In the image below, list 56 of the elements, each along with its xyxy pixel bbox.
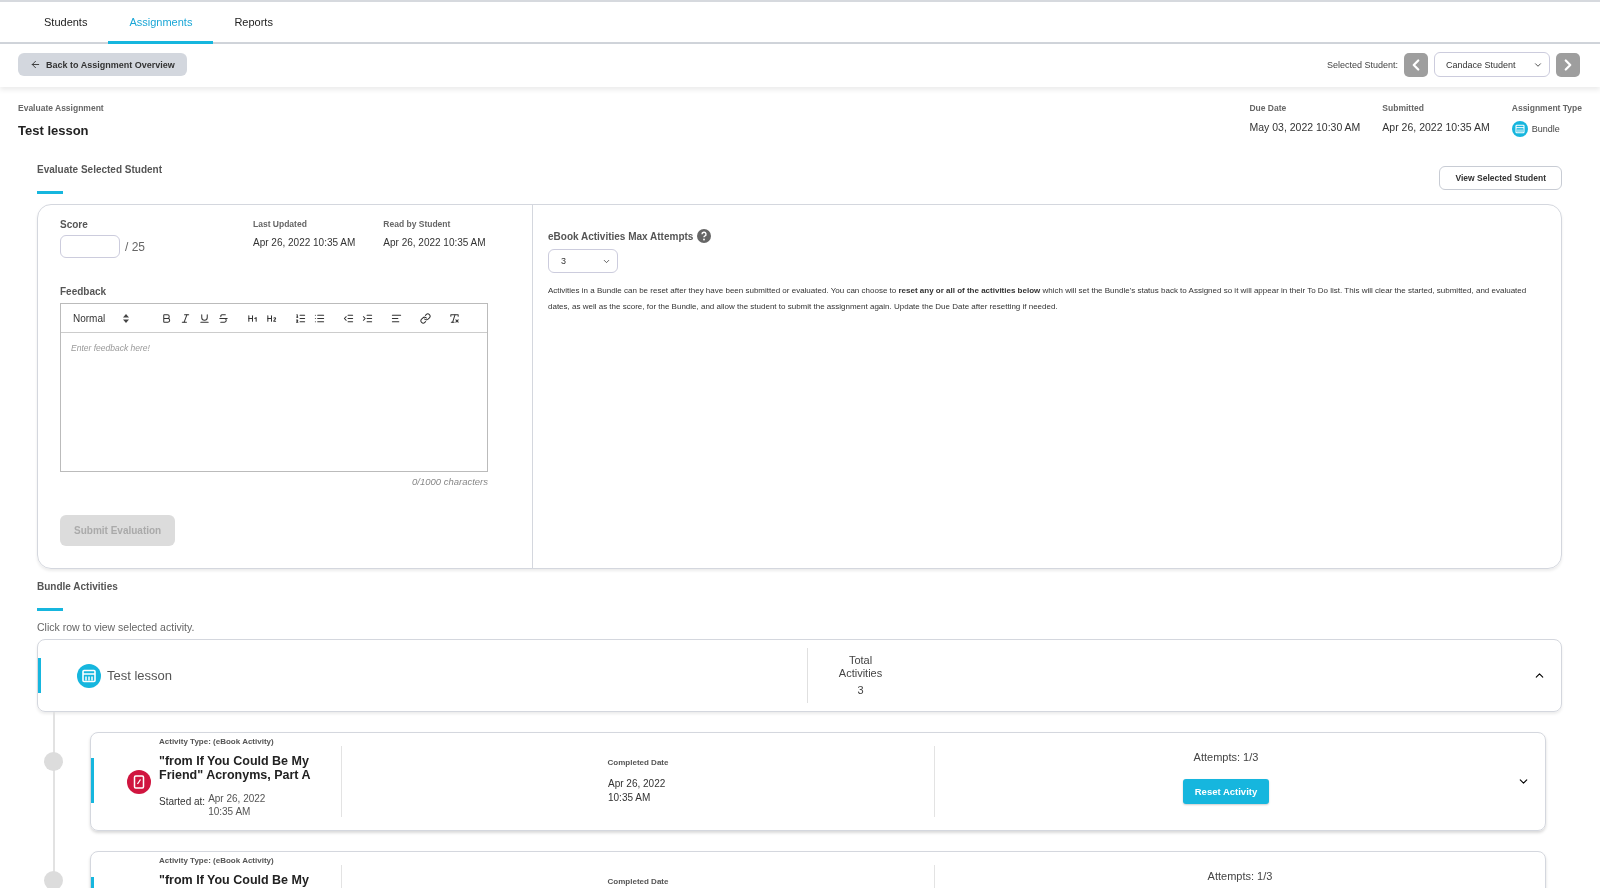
- view-student-button[interactable]: View Selected Student: [1439, 166, 1562, 190]
- total-count: 3: [857, 684, 864, 697]
- completed-label: Completed Date: [607, 758, 669, 767]
- meta-label: Assignment Type: [1511, 103, 1582, 113]
- attempts-label: eBook Activities Max Attempts: [548, 230, 694, 242]
- date-label: Read by Student: [383, 219, 452, 229]
- activity-card[interactable]: Activity Type: (eBook Activity) "from If You Could Be My Friend" Acronyms, Part A Started at: Apr 26, 2022 10:35 AM Completed Date Apr 26, 2022 10:35 AM Attempts: 1/3 Reset Activity: [90, 732, 1546, 831]
- picker-label: Selected Student:: [1326, 59, 1398, 70]
- started-label: Started at:: [159, 796, 206, 807]
- tablet-icon: [127, 769, 151, 794]
- nav-tab[interactable]: Students: [23, 2, 109, 44]
- score-label: Score: [60, 219, 89, 230]
- section-heading: Bundle Activities: [37, 581, 118, 594]
- score-field[interactable]: [60, 235, 120, 258]
- student-select[interactable]: Candace Student: [1434, 52, 1550, 77]
- hint-text: Click row to view selected activity.: [36, 620, 196, 633]
- activity-type: Activity Type: (eBook Activity): [159, 856, 275, 865]
- activity-title: "from If You Could Be My Friend" Acronyms, Part A: [159, 754, 312, 782]
- section-heading: Evaluate Selected Student: [37, 164, 163, 177]
- help-icon[interactable]: [697, 229, 712, 243]
- reset-note: Activities in a Bundle can be reset after they have been submitted or evaluated. You can choose to reset any or all of the activities below which will set the Bundle's status back to Assigned so it will appear in their To Do list. This will clear the started, submitted, and evaluated dates, as well as the score, for the Bundle, and allow the student to submit the assignment again. Update the Due Date after resetting if needed.: [548, 285, 1528, 313]
- meta-label: Due Date: [1249, 103, 1288, 113]
- updown-caret-icon: [123, 313, 130, 323]
- meta-value: Bundle: [1531, 124, 1560, 134]
- format-select[interactable]: Normal: [73, 312, 145, 324]
- completed-label: Completed Date: [607, 877, 669, 886]
- meta-label: Submitted: [1382, 103, 1425, 113]
- date-value: Apr 26, 2022 10:35 AM: [383, 237, 486, 248]
- started-date: Apr 26, 2022 10:35 AM: [208, 792, 266, 818]
- attempts-count: Attempts: 1/3: [1207, 870, 1273, 882]
- character-counter: 0/1000 characters: [410, 476, 488, 487]
- back-arrow-icon: [30, 59, 41, 70]
- bundle-row[interactable]: Test lesson Total Activities 3: [37, 639, 1562, 712]
- feedback-label: Feedback: [60, 286, 108, 297]
- feedback-editor[interactable]: Normal Enter feedback here!: [60, 303, 488, 472]
- assignment-title: Test lesson: [18, 123, 90, 138]
- date-label: Last Updated: [253, 219, 308, 229]
- bundle-name: Test lesson: [107, 668, 173, 683]
- attempts-select[interactable]: 3: [548, 249, 618, 273]
- page-caption: Evaluate Assignment: [18, 103, 104, 113]
- previous-button[interactable]: [1404, 52, 1428, 77]
- activity-card[interactable]: Activity Type: (eBook Activity) "from If You Could Be My Completed Date Attempts: 1/3: [90, 851, 1546, 888]
- completed-date: Apr 26, 2022 10:35 AM: [608, 777, 667, 805]
- nav-tab[interactable]: Reports: [213, 2, 294, 44]
- meta-value: Apr 26, 2022 10:35 AM: [1382, 121, 1490, 133]
- total-label: Total Activities: [837, 654, 884, 680]
- activity-title: "from If You Could Be My: [159, 873, 310, 887]
- score-max: / 25: [125, 240, 145, 256]
- back-button[interactable]: Back to Assignment Overview: [18, 53, 187, 76]
- date-value: Apr 26, 2022 10:35 AM: [253, 237, 356, 248]
- activity-type: Activity Type: (eBook Activity): [159, 737, 275, 746]
- meta-value: May 03, 2022 10:30 AM: [1249, 121, 1361, 133]
- next-button[interactable]: [1556, 52, 1580, 77]
- attempts-count: Attempts: 1/3: [1193, 751, 1259, 763]
- bundle-icon: [1511, 121, 1528, 137]
- bundle-icon: [77, 663, 101, 688]
